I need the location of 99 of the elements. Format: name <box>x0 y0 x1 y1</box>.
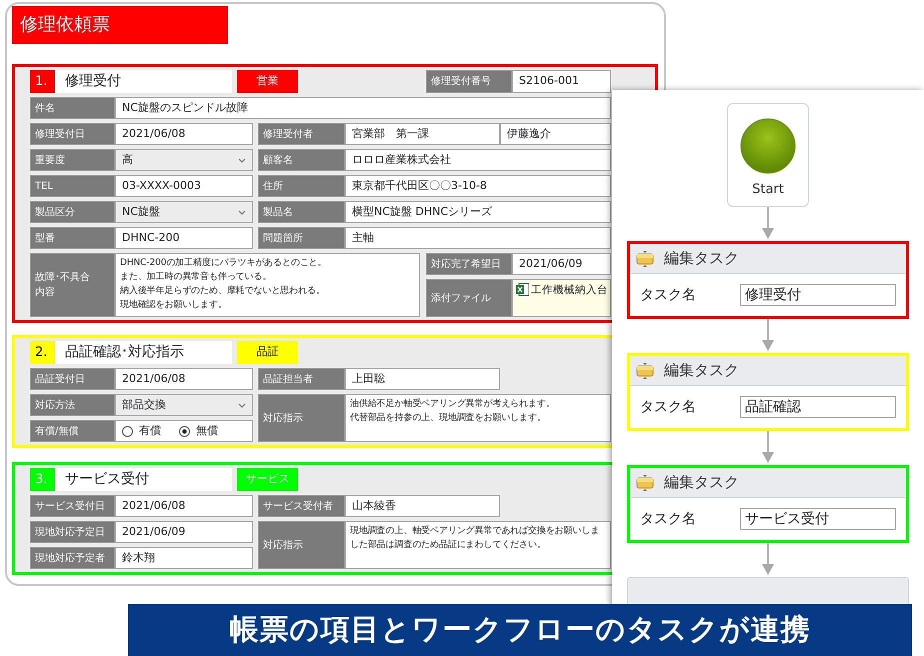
text-field[interactable]: 横型NC旋盤 DHNCシリーズ <box>345 201 611 223</box>
field-label: 対応指示 <box>263 538 303 552</box>
form-title: 修理依頼票 <box>12 6 228 44</box>
text-field[interactable]: ロロロ産業株式会社 <box>345 149 611 171</box>
field-label: 修理受付日 <box>30 123 115 145</box>
task-name-label: タスク名 <box>640 510 697 528</box>
text-field[interactable]: 主軸 <box>345 227 611 249</box>
flow-arrow <box>762 543 774 575</box>
section-number: 2. <box>30 341 55 364</box>
section-number: 3. <box>30 468 55 491</box>
field-label: 故障･不具合 <box>35 270 90 285</box>
dropdown-field[interactable]: 部品交換 <box>115 394 253 416</box>
chevron-down-icon <box>238 158 246 162</box>
text-area[interactable]: 油供給不足か軸受ベアリング異常が考えられます。 代替部品を持参の上、現地調査をお願いします。 <box>345 394 611 442</box>
field-label: 品証担当者 <box>258 368 345 390</box>
field-label: 添付ファイル <box>426 279 512 317</box>
text-field[interactable]: DHNC-200 <box>115 227 253 249</box>
text-field[interactable]: S2106-001 <box>512 70 611 93</box>
text-field[interactable]: 宮業部 第一課 <box>345 123 500 145</box>
text-line: 納入後半年足らずのため、摩耗でないと思われる。 <box>120 284 325 298</box>
field-label: 対応指示 <box>263 412 303 426</box>
text-field[interactable]: 2021/06/09 <box>512 253 611 275</box>
section-tag: 営業 <box>237 70 298 93</box>
text-field[interactable]: 東京都千代田区〇〇3-10-8 <box>345 175 611 197</box>
text-field[interactable]: 03-XXXX-0003 <box>115 175 253 197</box>
flow-arrow <box>762 319 774 351</box>
text-field[interactable]: 2021/06/08 <box>115 368 253 390</box>
text-line: 現地確認をお願いします。 <box>120 298 227 312</box>
banner-caption: 帳票の項目とワークフローのタスクが連携 <box>128 604 912 656</box>
text-area[interactable]: 現地調査の上、軸受ベアリング異常であれば交換をお願いしま した部品は調査のため品証にまわしてください。 <box>345 521 611 569</box>
chevron-down-icon <box>238 210 246 214</box>
section-title: 修理受付 <box>55 70 232 93</box>
dropdown-field[interactable]: 高 <box>115 149 253 171</box>
text-field[interactable]: 2021/06/09 <box>115 521 253 543</box>
text-field[interactable]: 鈴木翔 <box>115 547 253 569</box>
task-card[interactable]: 編集タスク タスク名 修理受付 <box>627 241 909 319</box>
field-label: 修理受付者 <box>258 123 345 145</box>
text-line: 油供給不足か軸受ベアリング異常が考えられます。 <box>350 398 555 411</box>
field-label: 製品区分 <box>30 201 115 223</box>
field-label: 問題箇所 <box>258 227 345 249</box>
field-label: サービス受付日 <box>30 495 115 517</box>
text-field[interactable]: 山本綾香 <box>345 495 500 517</box>
field-label: 内容 <box>35 286 55 300</box>
text-line: 現地調査の上、軸受ベアリング異常であれば交換をお願いしま <box>350 524 600 538</box>
text-field[interactable]: NC旋盤のスピンドル故障 <box>115 97 611 119</box>
field-label: 品証受付日 <box>30 368 115 390</box>
task-name-label: タスク名 <box>640 286 697 304</box>
folder-icon <box>636 250 654 268</box>
field-label: 有償/無償 <box>30 420 115 442</box>
section-tag: サービス <box>237 468 298 491</box>
text-line: また、加工時の異常音も伴っている。 <box>120 270 272 284</box>
task-card[interactable]: 編集タスク タスク名 品証確認 <box>627 353 909 431</box>
field-label: 件名 <box>30 97 115 119</box>
field-label: 重要度 <box>30 149 115 171</box>
section-title: サービス受付 <box>55 468 232 491</box>
task-name-field[interactable]: 品証確認 <box>740 396 896 418</box>
field-label: 住所 <box>258 175 345 197</box>
text-line: DHNC-200の加工精度にバラツキがあるとのこと。 <box>120 256 327 270</box>
chevron-down-icon <box>238 402 246 408</box>
file-link[interactable]: 工作機械納入台 <box>531 283 608 299</box>
text-line: 代替部品を持参の上、現地調査をお願いします。 <box>350 412 546 425</box>
radio-button[interactable] <box>179 426 190 436</box>
radio-button[interactable] <box>122 426 133 436</box>
field-label: 顧客名 <box>258 149 345 171</box>
text-line: した部品は調査のため品証にまわしてください。 <box>350 538 546 552</box>
field-label: 型番 <box>30 227 115 249</box>
section-title: 品証確認･対応指示 <box>55 341 232 364</box>
field-label: 現地対応予定日 <box>30 521 115 543</box>
field-label: TEL <box>30 175 115 197</box>
radio-label: 有償 <box>139 422 161 439</box>
text-field[interactable]: 2021/06/08 <box>115 123 253 145</box>
task-name-field[interactable]: サービス受付 <box>740 508 896 530</box>
task-name-label: タスク名 <box>640 398 697 416</box>
task-name-field[interactable]: 修理受付 <box>740 284 896 306</box>
field-label: 修理受付番号 <box>426 70 512 93</box>
task-card[interactable]: 編集タスク タスク名 サービス受付 <box>627 465 909 543</box>
task-header: 編集タスク <box>664 472 739 494</box>
field-label: サービス受付者 <box>258 495 345 517</box>
flow-arrow <box>762 431 774 463</box>
flow-arrow <box>762 207 774 239</box>
dropdown-field[interactable]: NC旋盤 <box>115 201 253 223</box>
task-header: 編集タスク <box>664 360 739 382</box>
text-field[interactable]: 2021/06/08 <box>115 495 253 517</box>
folder-icon <box>636 474 654 492</box>
section-tag: 品証 <box>237 341 298 364</box>
field-label: 対応完了希望日 <box>426 253 512 275</box>
section-number: 1. <box>30 70 55 93</box>
field-label: 対応方法 <box>30 394 115 416</box>
start-label: Start <box>752 181 784 199</box>
text-field[interactable]: 伊藤逸介 <box>500 123 611 145</box>
field-label: 製品名 <box>258 201 345 223</box>
spreadsheet-icon <box>516 283 529 296</box>
text-field[interactable]: 上田聡 <box>345 368 500 390</box>
start-circle-icon <box>740 118 796 174</box>
radio-label: 無償 <box>196 422 218 439</box>
folder-icon <box>636 362 654 380</box>
field-label: 現地対応予定者 <box>30 547 115 569</box>
task-header: 編集タスク <box>664 248 739 270</box>
text-area[interactable]: DHNC-200の加工精度にバラツキがあるとのこと。 また、加工時の異常音も伴っている。 納入後半年足らずのため、摩耗でないと思われる。 現地確認をお願いします。 <box>115 253 420 317</box>
